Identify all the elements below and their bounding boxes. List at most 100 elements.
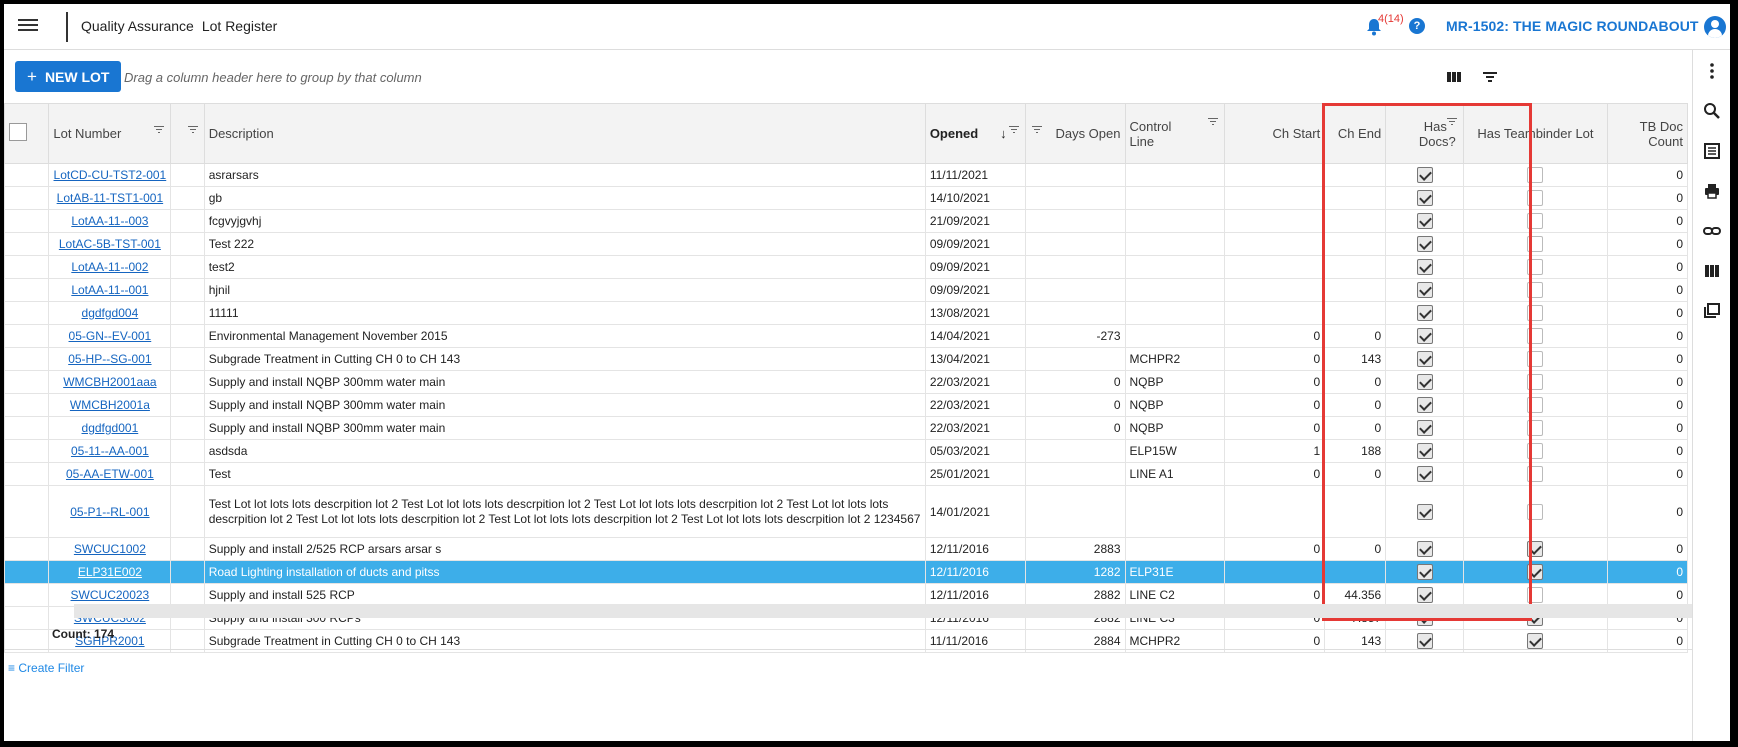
filter-icon[interactable] xyxy=(1031,126,1042,134)
lot-number-link[interactable]: 05-AA-ETW-001 xyxy=(53,467,166,481)
lot-number-link[interactable]: dgdfgd004 xyxy=(53,306,166,320)
has-teambinder-checkbox[interactable] xyxy=(1527,397,1544,413)
filter-icon[interactable] xyxy=(1208,118,1219,126)
has-docs-checkbox[interactable] xyxy=(1416,190,1433,206)
lot-number-link[interactable]: 05-HP--SG-001 xyxy=(53,352,166,366)
row-select-cell[interactable] xyxy=(4,416,50,440)
has-docs-checkbox[interactable] xyxy=(1416,328,1433,344)
has-docs-checkbox[interactable] xyxy=(1416,259,1433,275)
select-all-header[interactable] xyxy=(4,103,50,164)
lot-number-link[interactable]: 05-11--AA-001 xyxy=(53,444,166,458)
row-select-cell[interactable] xyxy=(4,370,50,394)
row-select-cell[interactable] xyxy=(4,347,50,371)
table-row[interactable]: 05-HP--SG-001 Subgrade Treatment in Cutti… xyxy=(4,347,1688,371)
table-row[interactable]: dgdfgd001 Supply and install NQBP 300mm w… xyxy=(4,416,1688,440)
table-row[interactable]: LotAA-11--001 hjnil 09/09/2021 0 xyxy=(4,278,1688,302)
has-docs-checkbox[interactable] xyxy=(1416,167,1433,183)
has-docs-checkbox[interactable] xyxy=(1416,564,1433,580)
row-select-cell[interactable] xyxy=(4,462,50,486)
has-docs-checkbox[interactable] xyxy=(1416,443,1433,459)
lot-number-link[interactable]: SWCUC20023 xyxy=(53,588,166,602)
table-row[interactable]: WMCBH2001aaa Supply and install NQBP 300m… xyxy=(4,370,1688,394)
has-teambinder-checkbox[interactable] xyxy=(1527,503,1544,520)
lot-number-link[interactable]: 05-P1--RL-001 xyxy=(53,505,166,519)
new-lot-button[interactable]: + NEW LOT xyxy=(15,61,122,92)
has-teambinder-checkbox[interactable] xyxy=(1527,420,1544,436)
column-header-has-teambinder-lot[interactable]: Has Teambinder Lot xyxy=(1462,103,1609,164)
table-row[interactable]: dgdfgd004 11111 13/08/2021 0 xyxy=(4,301,1688,325)
list-icon[interactable] xyxy=(1703,142,1721,160)
search-icon[interactable] xyxy=(1703,102,1721,120)
row-select-cell[interactable] xyxy=(4,324,50,348)
has-teambinder-checkbox[interactable] xyxy=(1527,305,1544,321)
notification-count[interactable]: 4(14) xyxy=(1378,13,1404,25)
row-select-cell[interactable] xyxy=(4,163,50,187)
horizontal-scrollbar[interactable] xyxy=(74,604,1692,618)
has-docs-checkbox[interactable] xyxy=(1416,541,1433,557)
lot-number-link[interactable]: LotAA-11--001 xyxy=(53,283,166,297)
row-select-cell[interactable] xyxy=(4,301,50,325)
has-docs-checkbox[interactable] xyxy=(1416,420,1433,436)
create-filter-link[interactable]: ≡ Create Filter xyxy=(8,661,84,675)
row-select-cell[interactable] xyxy=(4,560,50,584)
column-header-spacer[interactable] xyxy=(170,103,205,164)
project-selector[interactable]: MR-1502: THE MAGIC ROUNDABOUT xyxy=(1446,18,1699,34)
column-header-description[interactable]: Description xyxy=(203,103,926,164)
row-select-cell[interactable] xyxy=(4,232,50,256)
print-icon[interactable] xyxy=(1703,182,1721,200)
column-header-ch-start[interactable]: Ch Start xyxy=(1224,103,1326,164)
more-vert-icon[interactable] xyxy=(1703,62,1721,80)
columns-icon[interactable] xyxy=(1703,262,1721,280)
has-docs-checkbox[interactable] xyxy=(1416,397,1433,413)
table-row[interactable]: LotAA-11--003 fcgvyjgvhj 21/09/2021 0 xyxy=(4,209,1688,233)
filter-icon[interactable] xyxy=(1481,69,1499,85)
column-header-ch-end[interactable]: Ch End xyxy=(1324,103,1387,164)
help-icon[interactable]: ? xyxy=(1409,18,1425,34)
column-header-days-open[interactable]: Days Open xyxy=(1024,103,1126,164)
column-chooser-icon[interactable] xyxy=(1445,69,1463,85)
table-row[interactable]: LotAC-5B-TST-001 Test 222 09/09/2021 0 xyxy=(4,232,1688,256)
table-row[interactable]: ELP31E002 Road Lighting installation of d… xyxy=(4,560,1688,584)
filter-icon[interactable] xyxy=(154,126,165,134)
lot-number-link[interactable]: dgdfgd001 xyxy=(53,421,166,435)
has-teambinder-checkbox[interactable] xyxy=(1527,328,1544,344)
has-teambinder-checkbox[interactable] xyxy=(1527,190,1544,206)
has-docs-checkbox[interactable] xyxy=(1416,351,1433,367)
lot-number-link[interactable]: 05-GN--EV-001 xyxy=(53,329,166,343)
has-teambinder-checkbox[interactable] xyxy=(1527,443,1544,459)
row-select-cell[interactable] xyxy=(4,255,50,279)
has-docs-checkbox[interactable] xyxy=(1416,374,1433,390)
row-select-cell[interactable] xyxy=(4,186,50,210)
table-row[interactable]: 05-P1--RL-001 Test Lot lot lots lots desc… xyxy=(4,485,1688,538)
lot-number-link[interactable]: SWCUC1002 xyxy=(53,542,166,556)
row-select-cell[interactable] xyxy=(4,278,50,302)
table-row[interactable]: LotAB-11-TST1-001 gb 14/10/2021 0 xyxy=(4,186,1688,210)
has-teambinder-checkbox[interactable] xyxy=(1527,466,1544,482)
has-teambinder-checkbox[interactable] xyxy=(1527,236,1544,252)
layers-icon[interactable] xyxy=(1703,302,1721,320)
select-all-checkbox[interactable] xyxy=(9,123,27,141)
hamburger-icon[interactable] xyxy=(18,16,38,36)
lot-number-link[interactable]: LotAC-5B-TST-001 xyxy=(53,237,166,251)
lot-number-link[interactable]: WMCBH2001a xyxy=(53,398,166,412)
row-select-cell[interactable] xyxy=(4,537,50,561)
has-teambinder-checkbox[interactable] xyxy=(1527,541,1544,557)
lot-number-link[interactable]: WMCBH2001aaa xyxy=(53,375,166,389)
row-select-cell[interactable] xyxy=(4,439,50,463)
filter-icon[interactable] xyxy=(1446,118,1457,126)
lot-number-link[interactable]: ELP31E002 xyxy=(53,565,166,579)
has-teambinder-checkbox[interactable] xyxy=(1527,259,1544,275)
group-by-drop-zone[interactable]: Drag a column header here to group by th… xyxy=(124,70,422,85)
account-circle-icon[interactable] xyxy=(1704,16,1726,38)
has-teambinder-checkbox[interactable] xyxy=(1527,587,1544,603)
column-header-tb-doc-count[interactable]: TB Doc Count xyxy=(1607,103,1688,164)
column-header-has-docs[interactable]: Has Docs? xyxy=(1385,103,1464,164)
has-teambinder-checkbox[interactable] xyxy=(1527,374,1544,390)
has-docs-checkbox[interactable] xyxy=(1416,213,1433,229)
has-teambinder-checkbox[interactable] xyxy=(1527,351,1544,367)
table-row[interactable]: LotAA-11--002 test2 09/09/2021 0 xyxy=(4,255,1688,279)
filter-icon[interactable] xyxy=(187,126,198,134)
has-teambinder-checkbox[interactable] xyxy=(1527,167,1544,183)
has-docs-checkbox[interactable] xyxy=(1416,503,1433,520)
has-teambinder-checkbox[interactable] xyxy=(1527,633,1544,649)
